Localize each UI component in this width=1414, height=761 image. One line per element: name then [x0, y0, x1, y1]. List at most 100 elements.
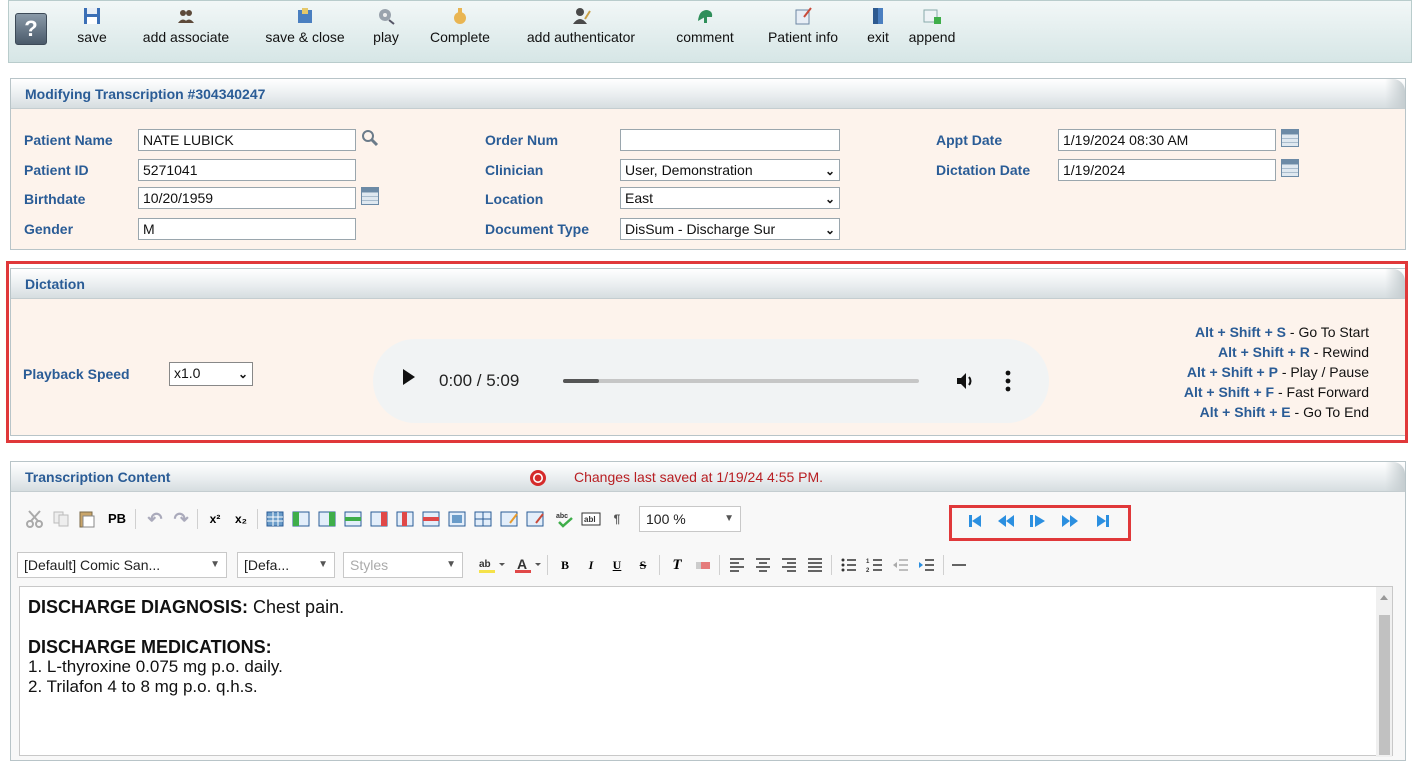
indent-icon[interactable]	[917, 556, 937, 574]
undo-icon[interactable]: ↶	[145, 510, 165, 528]
show-formatting-icon[interactable]: ¶	[607, 510, 627, 528]
numbered-list-icon[interactable]: 12	[865, 556, 885, 574]
comment-label: comment	[676, 29, 734, 45]
audio-seek-bar[interactable]	[563, 379, 919, 383]
medications-heading: DISCHARGE MEDICATIONS:	[28, 637, 272, 657]
patient-id-input[interactable]: 5271041	[138, 159, 356, 181]
order-num-input[interactable]	[620, 129, 840, 151]
styles-select[interactable]: Styles ▼	[343, 552, 463, 578]
split-cells-icon[interactable]	[473, 510, 493, 528]
shortcut-play-pause: Alt + Shift + P - Play / Pause	[1187, 364, 1369, 380]
eraser-icon[interactable]	[693, 556, 713, 574]
dictation-date-label: Dictation Date	[936, 162, 1031, 178]
calendar-icon[interactable]	[1281, 129, 1299, 147]
transcription-editor[interactable]: DISCHARGE DIAGNOSIS: Chest pain. DISCHAR…	[19, 586, 1393, 757]
scrollbar-thumb[interactable]	[1379, 615, 1390, 755]
play-pause-icon[interactable]	[1029, 513, 1047, 529]
clear-formatting-icon[interactable]: T	[667, 556, 687, 574]
delete-column-icon[interactable]	[369, 510, 389, 528]
italic-icon[interactable]: I	[581, 556, 601, 574]
append-button[interactable]: append	[905, 7, 959, 59]
medication-line: 1. L-thyroxine 0.075 mg p.o. daily.	[28, 657, 283, 676]
outdent-icon[interactable]	[891, 556, 911, 574]
gender-input[interactable]: M	[138, 218, 356, 240]
subscript-icon[interactable]: x₂	[231, 510, 251, 528]
save-button[interactable]: save	[69, 7, 115, 59]
location-value: East	[625, 190, 654, 206]
go-to-end-icon[interactable]	[1095, 513, 1111, 529]
merge-cells-icon[interactable]	[447, 510, 467, 528]
clinician-label: Clinician	[485, 162, 544, 178]
insert-column-left-icon[interactable]	[291, 510, 311, 528]
document-type-select[interactable]: DisSum - Discharge Sur ⌄	[620, 218, 840, 240]
playback-speed-label: Playback Speed	[23, 366, 130, 382]
birthdate-input[interactable]: 10/20/1959	[138, 187, 356, 209]
location-select[interactable]: East ⌄	[620, 187, 840, 209]
fast-forward-icon[interactable]	[1061, 513, 1079, 529]
go-to-start-icon[interactable]	[967, 513, 983, 529]
highlight-color-icon[interactable]: ab	[477, 556, 507, 574]
underline-icon[interactable]: U	[607, 556, 627, 574]
add-associate-button[interactable]: add associate	[133, 7, 239, 59]
spellcheck-icon[interactable]: abc	[555, 510, 575, 528]
calendar-icon[interactable]	[1281, 159, 1299, 177]
panel-header-cap	[1385, 462, 1405, 492]
add-authenticator-button[interactable]: add authenticator	[513, 7, 649, 59]
font-name-select[interactable]: [Default] Comic San... ▼	[17, 552, 227, 578]
scroll-up-icon[interactable]	[1379, 593, 1389, 601]
shortcut-keys: Alt + Shift + P	[1186, 364, 1278, 380]
horizontal-rule-icon[interactable]	[949, 556, 969, 574]
comment-button[interactable]: comment	[667, 7, 743, 59]
audio-time: 0:00 / 5:09	[439, 371, 520, 390]
save-close-button[interactable]: save & close	[256, 7, 354, 59]
appt-date-input[interactable]: 1/19/2024 08:30 AM	[1058, 129, 1276, 151]
font-size-select[interactable]: [Defa... ▼	[237, 552, 335, 578]
table-properties-icon[interactable]	[525, 510, 545, 528]
insert-row-icon[interactable]	[343, 510, 363, 528]
help-button[interactable]: ?	[15, 13, 47, 45]
superscript-icon[interactable]: x²	[205, 510, 225, 528]
complete-button[interactable]: Complete	[423, 7, 497, 59]
play-icon[interactable]	[403, 369, 415, 385]
calendar-icon[interactable]	[361, 187, 379, 205]
search-icon[interactable]	[361, 129, 379, 147]
dictation-date-input[interactable]: 1/19/2024	[1058, 159, 1276, 181]
toolbar-separator	[135, 509, 136, 529]
medication-line: 2. Trilafon 4 to 8 mg p.o. q.h.s.	[28, 677, 258, 696]
strikethrough-icon[interactable]: S	[633, 556, 653, 574]
clinician-select[interactable]: User, Demonstration ⌄	[620, 159, 840, 181]
align-right-icon[interactable]	[779, 556, 799, 574]
play-button[interactable]: play	[367, 7, 405, 59]
align-center-icon[interactable]	[753, 556, 773, 574]
font-color-icon[interactable]: A	[513, 556, 543, 574]
cell-properties-icon[interactable]	[499, 510, 519, 528]
delete-table-icon[interactable]	[421, 510, 441, 528]
chevron-down-icon: ▼	[318, 559, 328, 570]
cut-icon[interactable]	[25, 510, 45, 528]
playback-speed-value: x1.0	[174, 365, 201, 381]
patient-name-input[interactable]: NATE LUBICK	[138, 129, 356, 151]
delete-row-icon[interactable]	[395, 510, 415, 528]
svg-text:2: 2	[866, 568, 870, 574]
editor-scrollbar[interactable]	[1376, 587, 1392, 757]
playback-speed-select[interactable]: x1.0 ⌄	[169, 362, 253, 386]
align-justify-icon[interactable]	[805, 556, 825, 574]
redo-icon[interactable]: ↷	[171, 510, 191, 528]
notepad-icon	[795, 7, 812, 25]
patient-info-button[interactable]: Patient info	[757, 7, 849, 59]
align-left-icon[interactable]	[727, 556, 747, 574]
bullet-list-icon[interactable]	[839, 556, 859, 574]
table-icon[interactable]	[265, 510, 285, 528]
zoom-select[interactable]: 100 % ▼	[639, 506, 741, 532]
volume-icon[interactable]	[955, 371, 977, 391]
more-options-icon[interactable]	[1005, 369, 1011, 393]
page-break-button[interactable]: PB	[105, 510, 129, 528]
paste-icon[interactable]	[77, 510, 97, 528]
insert-column-right-icon[interactable]	[317, 510, 337, 528]
bold-icon[interactable]: B	[555, 556, 575, 574]
rewind-icon[interactable]	[997, 513, 1015, 529]
copy-icon[interactable]	[51, 510, 71, 528]
svg-text:abc: abc	[556, 513, 568, 520]
form-field-icon[interactable]: abl	[581, 510, 601, 528]
exit-button[interactable]: exit	[861, 7, 895, 59]
